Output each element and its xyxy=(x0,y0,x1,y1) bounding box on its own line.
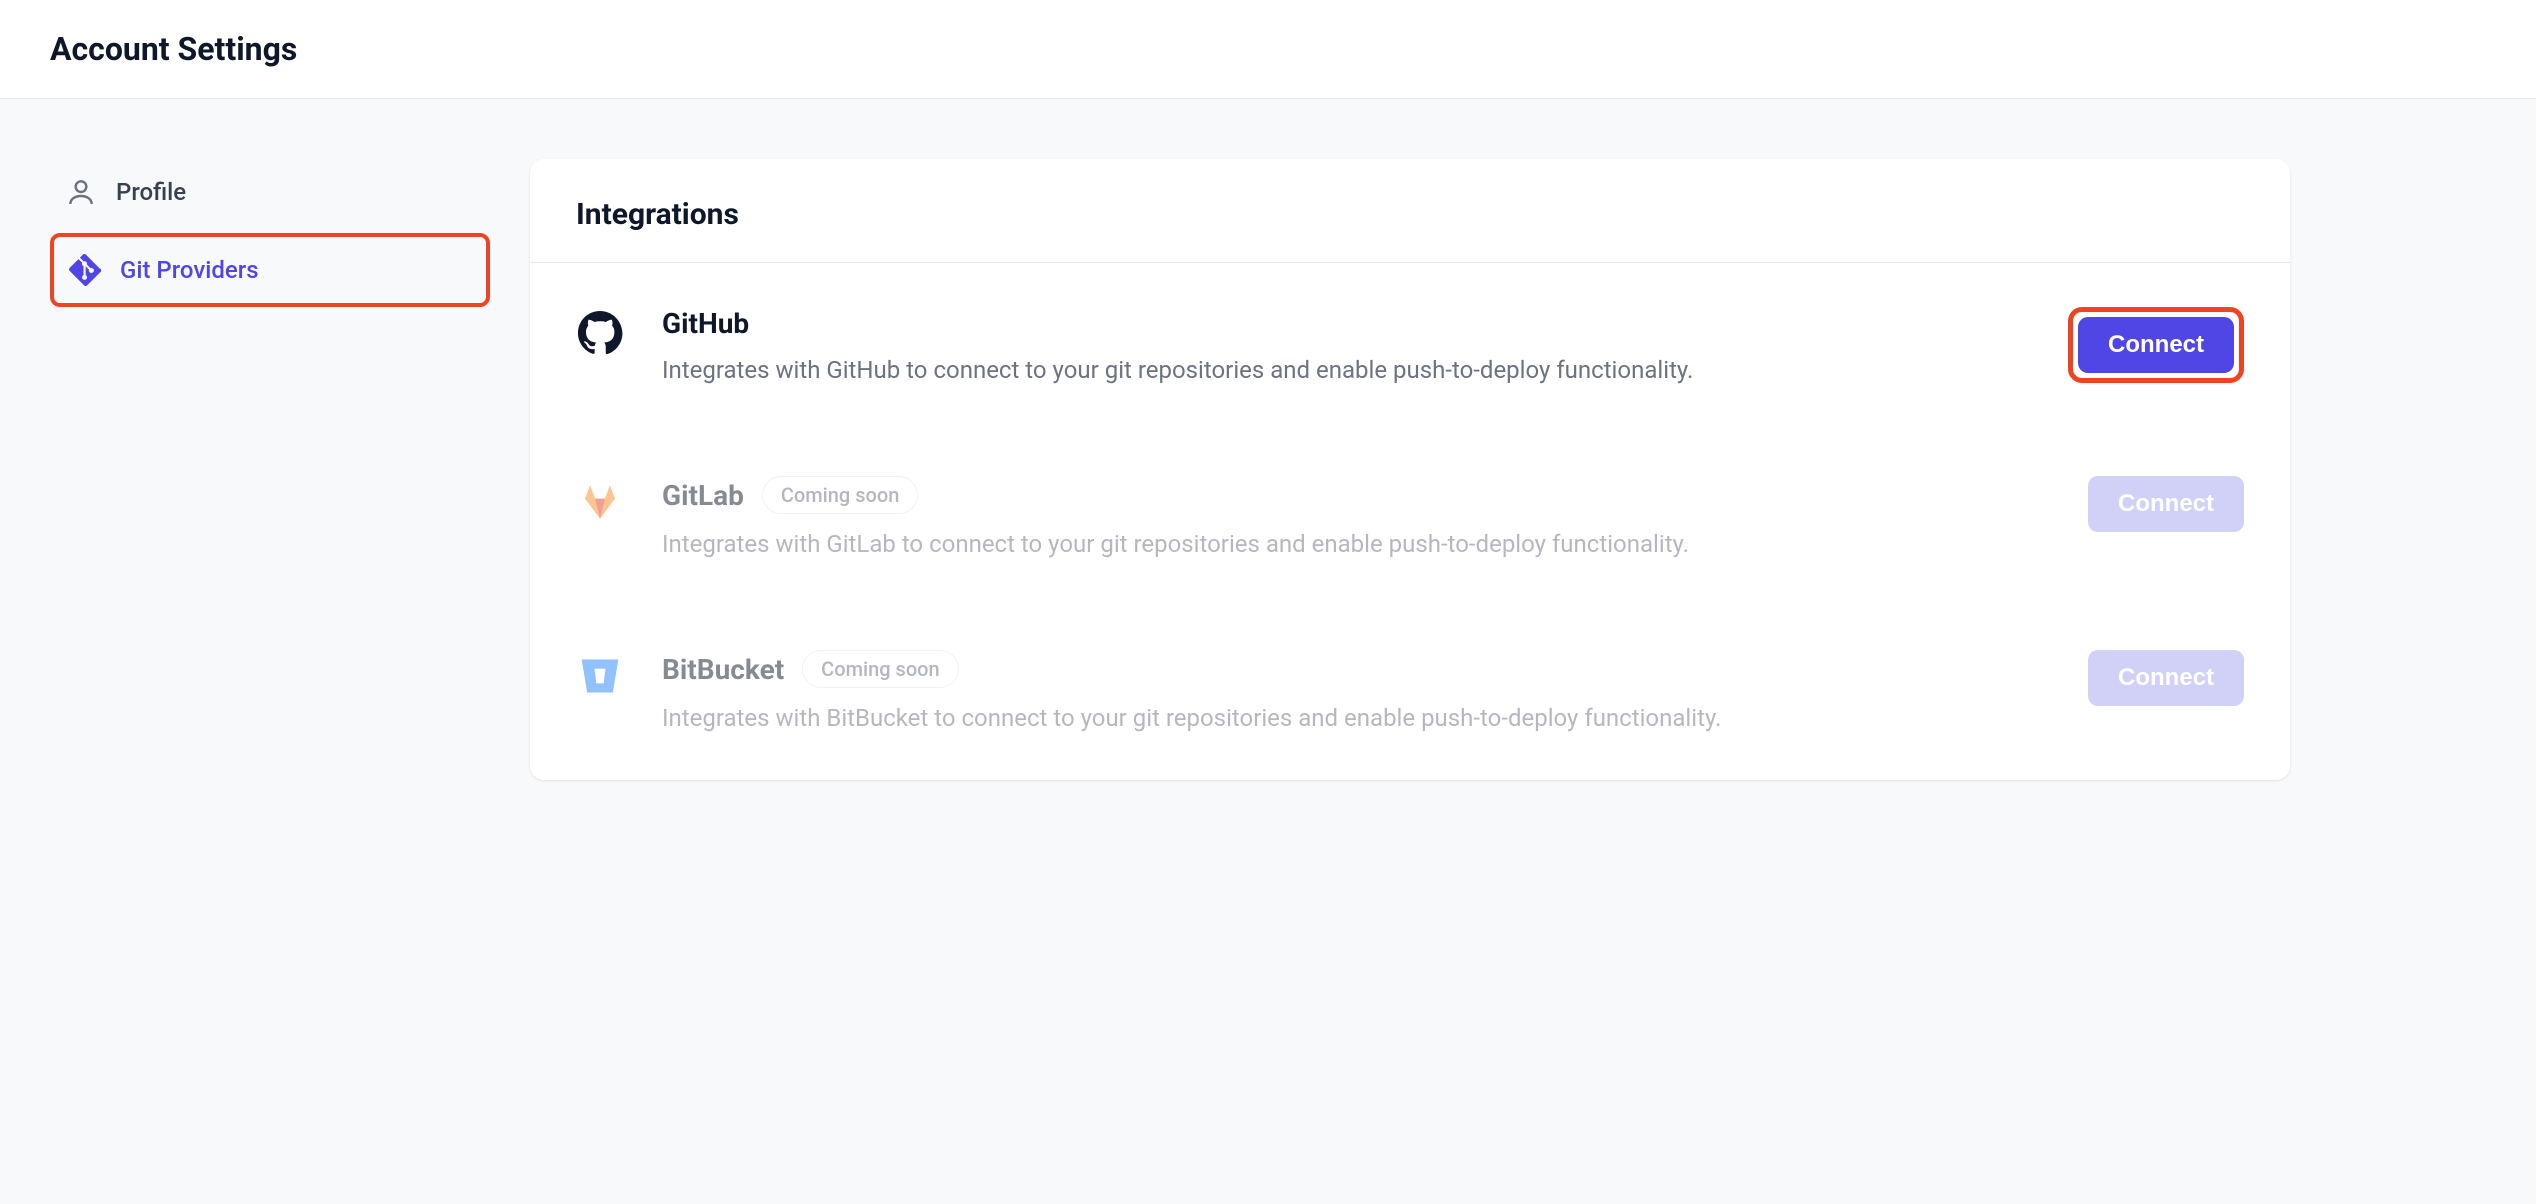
connect-button-github[interactable]: Connect xyxy=(2078,317,2234,373)
integration-title: GitHub xyxy=(662,307,749,340)
user-icon xyxy=(64,175,98,209)
connect-highlight: Connect xyxy=(2068,307,2244,383)
bitbucket-icon xyxy=(576,652,624,700)
sidebar-item-git-providers[interactable]: Git Providers xyxy=(50,233,490,307)
integration-desc: Integrates with GitLab to connect to you… xyxy=(662,526,2050,562)
integration-body: GitHub Integrates with GitHub to connect… xyxy=(662,307,2030,388)
panel-title: Integrations xyxy=(576,197,2244,232)
integration-title: GitLab xyxy=(662,479,744,512)
integrations-panel: Integrations GitHub Integrates with GitH… xyxy=(530,159,2290,780)
sidebar-item-label: Git Providers xyxy=(120,256,259,284)
page-title: Account Settings xyxy=(50,30,2486,68)
content-area: Profile Git Providers Integrations xyxy=(0,99,2536,840)
integration-title: BitBucket xyxy=(662,653,784,686)
coming-soon-badge: Coming soon xyxy=(802,650,959,688)
integration-title-row: BitBucket Coming soon xyxy=(662,650,2050,688)
integration-body: BitBucket Coming soon Integrates with Bi… xyxy=(662,650,2050,736)
panel-header: Integrations xyxy=(530,159,2290,263)
connect-button-gitlab: Connect xyxy=(2088,476,2244,532)
integration-row-bitbucket: BitBucket Coming soon Integrates with Bi… xyxy=(530,606,2290,780)
integration-body: GitLab Coming soon Integrates with GitLa… xyxy=(662,476,2050,562)
integration-desc: Integrates with GitHub to connect to you… xyxy=(662,352,2030,388)
sidebar-item-label: Profile xyxy=(116,178,186,206)
integration-row-github: GitHub Integrates with GitHub to connect… xyxy=(530,263,2290,432)
coming-soon-badge: Coming soon xyxy=(762,476,919,514)
integration-desc: Integrates with BitBucket to connect to … xyxy=(662,700,2050,736)
git-icon xyxy=(68,253,102,287)
integration-title-row: GitLab Coming soon xyxy=(662,476,2050,514)
integration-row-gitlab: GitLab Coming soon Integrates with GitLa… xyxy=(530,432,2290,606)
sidebar-item-profile[interactable]: Profile xyxy=(50,159,490,225)
integration-title-row: GitHub xyxy=(662,307,2030,340)
connect-button-bitbucket: Connect xyxy=(2088,650,2244,706)
sidebar-nav: Profile Git Providers xyxy=(50,159,490,307)
gitlab-icon xyxy=(576,478,624,526)
github-icon xyxy=(576,309,624,357)
page-header: Account Settings xyxy=(0,0,2536,99)
